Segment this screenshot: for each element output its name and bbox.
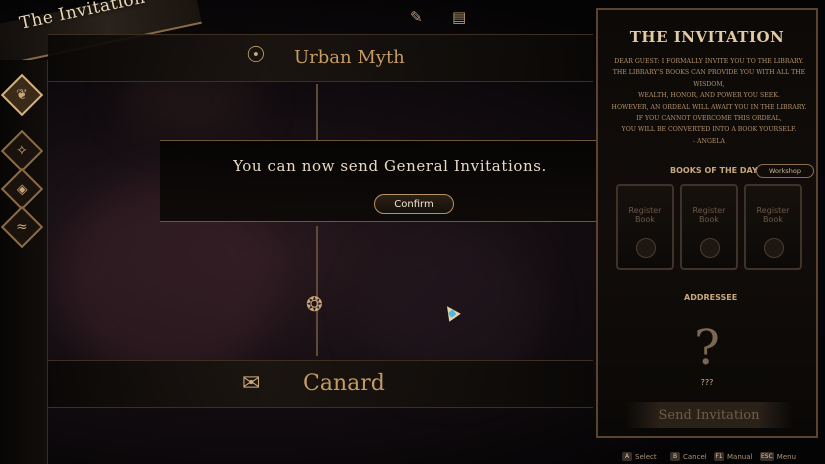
hint-select: A Select [622, 452, 657, 461]
confirm-button[interactable]: Confirm [374, 194, 454, 214]
letter-line: THE LIBRARY'S BOOKS CAN PROVIDE YOU WITH… [612, 69, 806, 77]
side-nav: ❦ ✧ ◈ ≈ [0, 60, 48, 464]
book-slot[interactable]: Register Book [616, 184, 674, 270]
book-slot[interactable]: Register Book [744, 184, 802, 270]
letter-line: IF YOU CANNOT OVERCOME THIS ORDEAL, [636, 115, 782, 123]
book-icon [700, 238, 720, 258]
send-invitation-button[interactable]: Send Invitation [626, 402, 792, 428]
letter-line: WISDOM, [693, 80, 725, 88]
hint-label: Cancel [683, 452, 707, 461]
key-icon: F1 [714, 452, 724, 461]
connector-line [316, 84, 318, 140]
addressee-question-mark[interactable]: ? [598, 320, 816, 376]
book-slot-label: Register Book [628, 206, 662, 224]
wave-icon[interactable]: ≈ [0, 205, 44, 249]
letter-line: YOU WILL BE CONVERTED INTO A BOOK YOURSE… [621, 126, 797, 134]
invitation-panel: THE INVITATION DEAR GUEST: I FORMALLY IN… [596, 8, 818, 438]
hint-manual: F1 Manual [714, 452, 752, 461]
key-icon: B [670, 452, 680, 461]
hint-label: Menu [776, 452, 797, 461]
hint-menu: ESC Menu [760, 452, 796, 461]
book-icon[interactable]: ▤ [452, 8, 466, 26]
book-slot[interactable]: Register Book [680, 184, 738, 270]
invitation-letter: DEAR GUEST: I FORMALLY INVITE YOU TO THE… [606, 56, 812, 147]
book-icon [636, 238, 656, 258]
tree-icon[interactable]: ❦ [0, 73, 44, 117]
book-icon [764, 238, 784, 258]
letter-line: - ANGELA [693, 137, 725, 145]
category-row-canard[interactable]: ✉ Canard [48, 360, 593, 408]
panel-title: THE INVITATION [629, 28, 785, 46]
addressee-name: ??? [700, 378, 714, 387]
category-label: Canard [303, 371, 385, 396]
key-icon: A [622, 452, 632, 461]
letter-line: WEALTH, HONOR, AND POWER YOU SEEK. [638, 92, 780, 100]
connector-line [316, 226, 318, 356]
cube-icon[interactable]: ◈ [0, 167, 44, 211]
notification-modal: You can now send General Invitations. Co… [160, 140, 620, 222]
book-slot-label: Register Book [756, 206, 790, 224]
mask-icon: ☉ [246, 43, 266, 68]
modal-message: You can now send General Invitations. [233, 157, 547, 175]
letter-line: HOWEVER, AN ORDEAL WILL AWAIT YOU IN THE… [611, 103, 807, 111]
books-of-the-day-title: BOOKS OF THE DAY [670, 166, 758, 175]
hexagon-icon[interactable]: ✧ [0, 129, 44, 173]
game-screen: The Invitation ✎ ▤ ❦ ✧ ◈ ≈ ❂ ☉ Urban Myt… [0, 0, 825, 464]
workshop-button[interactable]: Workshop [756, 164, 814, 178]
speech-icon: ✉ [242, 371, 261, 396]
category-label: Urban Myth [294, 47, 405, 68]
book-slot-label: Register Book [692, 206, 726, 224]
mask-token-icon[interactable]: ❂ [306, 292, 323, 316]
hint-label: Select [635, 452, 657, 461]
letter-line: DEAR GUEST: I FORMALLY INVITE YOU TO THE… [614, 58, 804, 65]
addressee-title: ADDRESSEE [684, 293, 738, 302]
speech-bubble-icon[interactable]: ✎ [410, 8, 423, 26]
hint-label: Manual [727, 452, 753, 461]
key-icon: ESC [760, 452, 774, 461]
hint-cancel: B Cancel [670, 452, 707, 461]
category-row-urban-myth[interactable]: ☉ Urban Myth [48, 34, 593, 82]
